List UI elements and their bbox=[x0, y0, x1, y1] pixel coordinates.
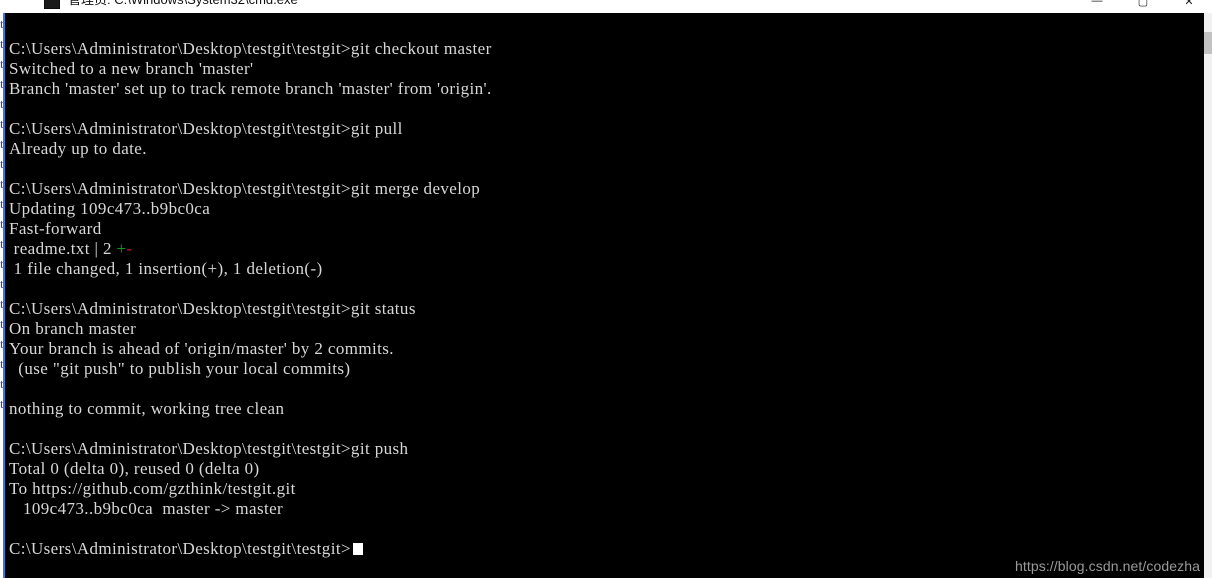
close-button[interactable]: ✕ bbox=[1166, 0, 1212, 11]
text-cursor bbox=[352, 543, 363, 555]
maximize-button[interactable]: ▢ bbox=[1120, 0, 1166, 11]
console-icon bbox=[44, 0, 60, 9]
window-controls: — ▢ ✕ bbox=[1074, 0, 1212, 11]
command-prompt-window[interactable]: C:\Users\Administrator\Desktop\testgit\t… bbox=[3, 13, 1204, 578]
screenshot-root: tttttttttttttttttttt 管理员: C:\Windows\Sys… bbox=[0, 0, 1212, 578]
window-titlebar[interactable]: 管理员: C:\Windows\System32\cmd.exe — ▢ ✕ bbox=[0, 0, 1212, 13]
console-surface[interactable]: C:\Users\Administrator\Desktop\testgit\t… bbox=[5, 13, 1204, 578]
terminal-line: readme.txt | 2 +- bbox=[9, 239, 1199, 259]
watermark-text: https://blog.csdn.net/codezha bbox=[1014, 558, 1200, 574]
terminal-output[interactable]: C:\Users\Administrator\Desktop\testgit\t… bbox=[9, 19, 1199, 559]
terminal-line: C:\Users\Administrator\Desktop\testgit\t… bbox=[9, 119, 403, 138]
diffstat-file: readme.txt | 2 bbox=[9, 239, 117, 258]
terminal-line: C:\Users\Administrator\Desktop\testgit\t… bbox=[9, 299, 416, 318]
terminal-line: nothing to commit, working tree clean bbox=[9, 399, 285, 418]
vertical-scrollbar-track[interactable] bbox=[1204, 13, 1212, 578]
terminal-line: Total 0 (delta 0), reused 0 (delta 0) bbox=[9, 459, 260, 478]
terminal-line: (use "git push" to publish your local co… bbox=[9, 359, 351, 378]
terminal-line: Fast-forward bbox=[9, 219, 102, 238]
active-prompt: C:\Users\Administrator\Desktop\testgit\t… bbox=[9, 539, 351, 558]
vertical-scrollbar-thumb[interactable] bbox=[1204, 32, 1212, 54]
terminal-line: C:\Users\Administrator\Desktop\testgit\t… bbox=[9, 39, 492, 58]
diffstat-deletion-marker: - bbox=[126, 239, 133, 258]
terminal-line: 109c473..b9bc0ca master -> master bbox=[9, 499, 284, 518]
terminal-line: Switched to a new branch 'master' bbox=[9, 59, 254, 78]
terminal-line: C:\Users\Administrator\Desktop\testgit\t… bbox=[9, 179, 481, 198]
terminal-line: To https://github.com/gzthink/testgit.gi… bbox=[9, 479, 296, 498]
terminal-line: Branch 'master' set up to track remote b… bbox=[9, 79, 492, 98]
terminal-line: On branch master bbox=[9, 319, 137, 338]
window-title: 管理员: C:\Windows\System32\cmd.exe bbox=[68, 0, 298, 9]
terminal-line: 1 file changed, 1 insertion(+), 1 deleti… bbox=[9, 259, 323, 278]
terminal-line: Your branch is ahead of 'origin/master' … bbox=[9, 339, 394, 358]
diffstat-insertion-marker: + bbox=[116, 239, 127, 258]
terminal-line: Updating 109c473..b9bc0ca bbox=[9, 199, 211, 218]
terminal-line: Already up to date. bbox=[9, 139, 147, 158]
minimize-button[interactable]: — bbox=[1074, 0, 1120, 11]
terminal-line: C:\Users\Administrator\Desktop\testgit\t… bbox=[9, 539, 1199, 559]
terminal-line: C:\Users\Administrator\Desktop\testgit\t… bbox=[9, 439, 409, 458]
